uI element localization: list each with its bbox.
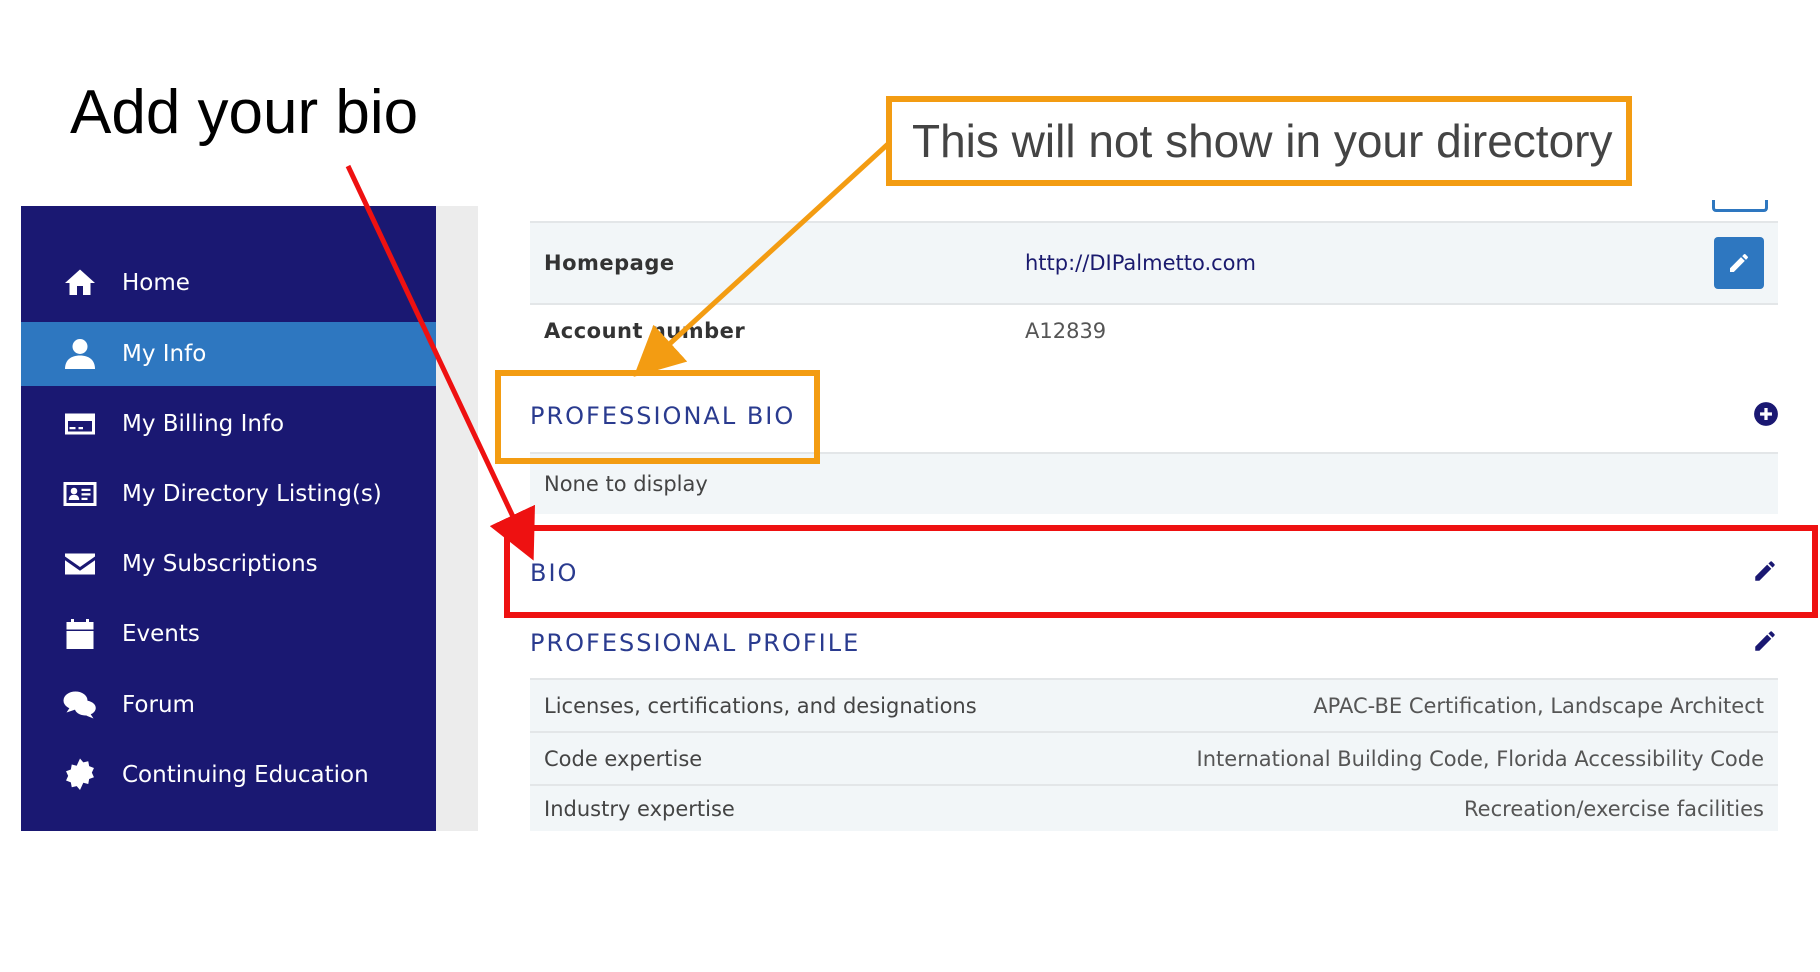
directory-callout: This will not show in your directory <box>886 96 1632 186</box>
profile-row-label: Licenses, certifications, and designatio… <box>544 693 977 718</box>
edit-homepage-button[interactable] <box>1714 237 1764 289</box>
home-icon <box>58 261 102 305</box>
slide-title: Add your bio <box>70 78 419 147</box>
table-row: Industry expertise Recreation/exercise f… <box>530 786 1778 831</box>
sidebar-item-label: Events <box>122 621 200 647</box>
sidebar-item-label: Forum <box>122 692 195 718</box>
sidebar-item-events[interactable]: Events <box>21 602 436 666</box>
profile-row-value: Recreation/exercise facilities <box>1464 796 1764 821</box>
table-row: Code expertise International Building Co… <box>530 733 1778 784</box>
account-number-label: Account number <box>544 319 746 343</box>
account-number-row: Account number A12839 <box>530 305 1778 357</box>
sidebar-item-label: My Subscriptions <box>122 551 318 577</box>
sidebar-item-continuing-education[interactable]: Continuing Education <box>21 743 436 807</box>
sidebar-item-label: My Directory Listing(s) <box>122 481 382 507</box>
user-icon <box>58 332 102 376</box>
pencil-icon <box>1730 254 1748 272</box>
professional-profile-heading: PROFESSIONAL PROFILE <box>530 629 861 657</box>
sidebar-item-label: My Billing Info <box>122 411 285 437</box>
empty-state-text: None to display <box>544 472 708 496</box>
account-number-value: A12839 <box>1025 319 1107 343</box>
sidebar-item-my-directory-listings[interactable]: My Directory Listing(s) <box>21 462 436 526</box>
add-professional-bio-button[interactable] <box>1752 400 1780 428</box>
homepage-label: Homepage <box>544 251 675 275</box>
callout-text: This will not show in your directory <box>912 115 1613 167</box>
certificate-icon <box>58 753 102 797</box>
professional-bio-highlight <box>495 370 820 464</box>
plus-circle-icon <box>1754 402 1778 426</box>
sidebar-item-home[interactable]: Home <box>21 251 436 315</box>
content-gutter <box>436 206 480 831</box>
profile-row-label: Code expertise <box>544 746 703 771</box>
sidebar-item-my-billing-info[interactable]: My Billing Info <box>21 392 436 456</box>
sidebar-item-label: Home <box>122 270 190 296</box>
table-row: Licenses, certifications, and designatio… <box>530 680 1778 731</box>
homepage-link[interactable]: http://DIPalmetto.com <box>1025 251 1256 275</box>
homepage-row: Homepage http://DIPalmetto.com <box>530 223 1778 303</box>
profile-row-label: Industry expertise <box>544 796 735 821</box>
envelope-icon <box>58 542 102 586</box>
id-card-icon <box>58 472 102 516</box>
sidebar-nav: Home My Info My Billing Info My Director… <box>21 206 436 831</box>
sidebar-item-forum[interactable]: Forum <box>21 673 436 737</box>
sidebar-item-my-subscriptions[interactable]: My Subscriptions <box>21 532 436 596</box>
sidebar-item-label: My Info <box>122 341 207 367</box>
edit-button-partial[interactable] <box>1712 200 1768 212</box>
pencil-icon <box>1755 631 1775 651</box>
sidebar-item-label: Continuing Education <box>122 762 369 788</box>
sidebar-item-my-info[interactable]: My Info <box>21 322 436 386</box>
credit-card-icon <box>58 402 102 446</box>
profile-row-value: APAC-BE Certification, Landscape Archite… <box>1313 693 1764 718</box>
profile-row-value: International Building Code, Florida Acc… <box>1196 746 1764 771</box>
calendar-icon <box>58 612 102 656</box>
comments-icon <box>58 683 102 727</box>
edit-professional-profile-button[interactable] <box>1750 626 1780 656</box>
bio-highlight <box>504 525 1818 618</box>
